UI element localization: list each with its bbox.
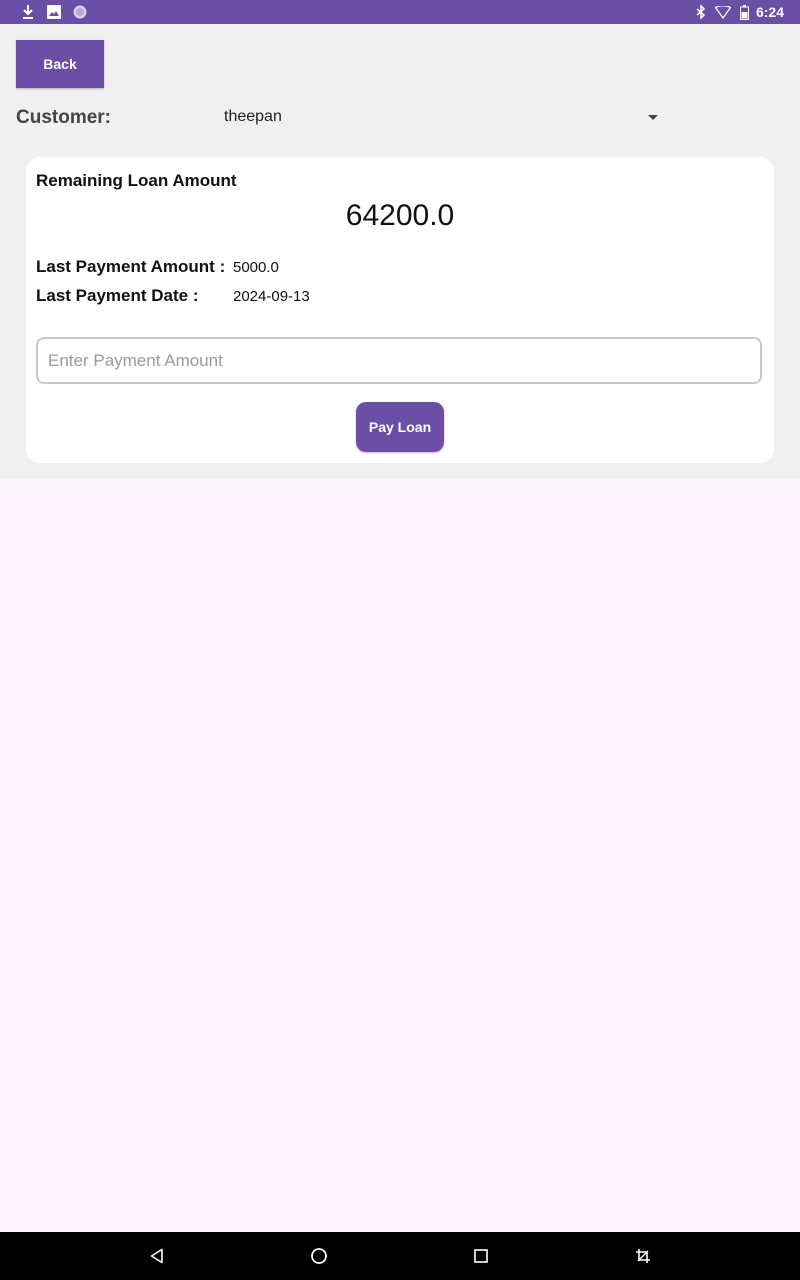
recents-square-icon[interactable] bbox=[469, 1244, 493, 1268]
customer-selected-value: theepan bbox=[224, 108, 282, 125]
home-circle-icon[interactable] bbox=[307, 1244, 331, 1268]
last-payment-date-label: Last Payment Date : bbox=[36, 286, 199, 305]
card-title: Remaining Loan Amount bbox=[36, 171, 237, 190]
last-payment-date-value: 2024-09-13 bbox=[233, 288, 310, 305]
navigation-bar bbox=[0, 1232, 800, 1280]
app-area: Back Customer: theepan Remaining Loan Am… bbox=[0, 24, 800, 479]
status-time: 6:24 bbox=[755, 4, 784, 20]
image-icon bbox=[46, 3, 62, 21]
circle-icon bbox=[72, 3, 88, 21]
remaining-amount: 64200.0 bbox=[345, 199, 455, 232]
dropdown-arrow-icon bbox=[648, 115, 658, 120]
last-payment-amount-label: Last Payment Amount : bbox=[36, 257, 226, 276]
last-payment-amount-value: 5000.0 bbox=[233, 259, 279, 276]
pay-loan-button[interactable]: Pay Loan bbox=[356, 402, 444, 452]
back-triangle-icon[interactable] bbox=[145, 1244, 169, 1268]
wifi-icon bbox=[714, 3, 732, 21]
status-bar: 6:24 bbox=[0, 0, 800, 24]
loan-card: Remaining Loan Amount 64200.0 Last Payme… bbox=[26, 157, 774, 463]
battery-icon bbox=[738, 3, 750, 21]
customer-dropdown[interactable]: theepan bbox=[216, 102, 666, 136]
screenshot-crop-icon[interactable] bbox=[631, 1244, 655, 1268]
download-icon bbox=[20, 3, 36, 21]
customer-label: Customer: bbox=[16, 107, 112, 128]
back-button[interactable]: Back bbox=[16, 40, 104, 88]
screen: 6:24 Back Customer: theepan Remaining Lo… bbox=[0, 0, 800, 1280]
bluetooth-icon bbox=[694, 3, 708, 21]
payment-amount-input[interactable] bbox=[36, 337, 762, 384]
